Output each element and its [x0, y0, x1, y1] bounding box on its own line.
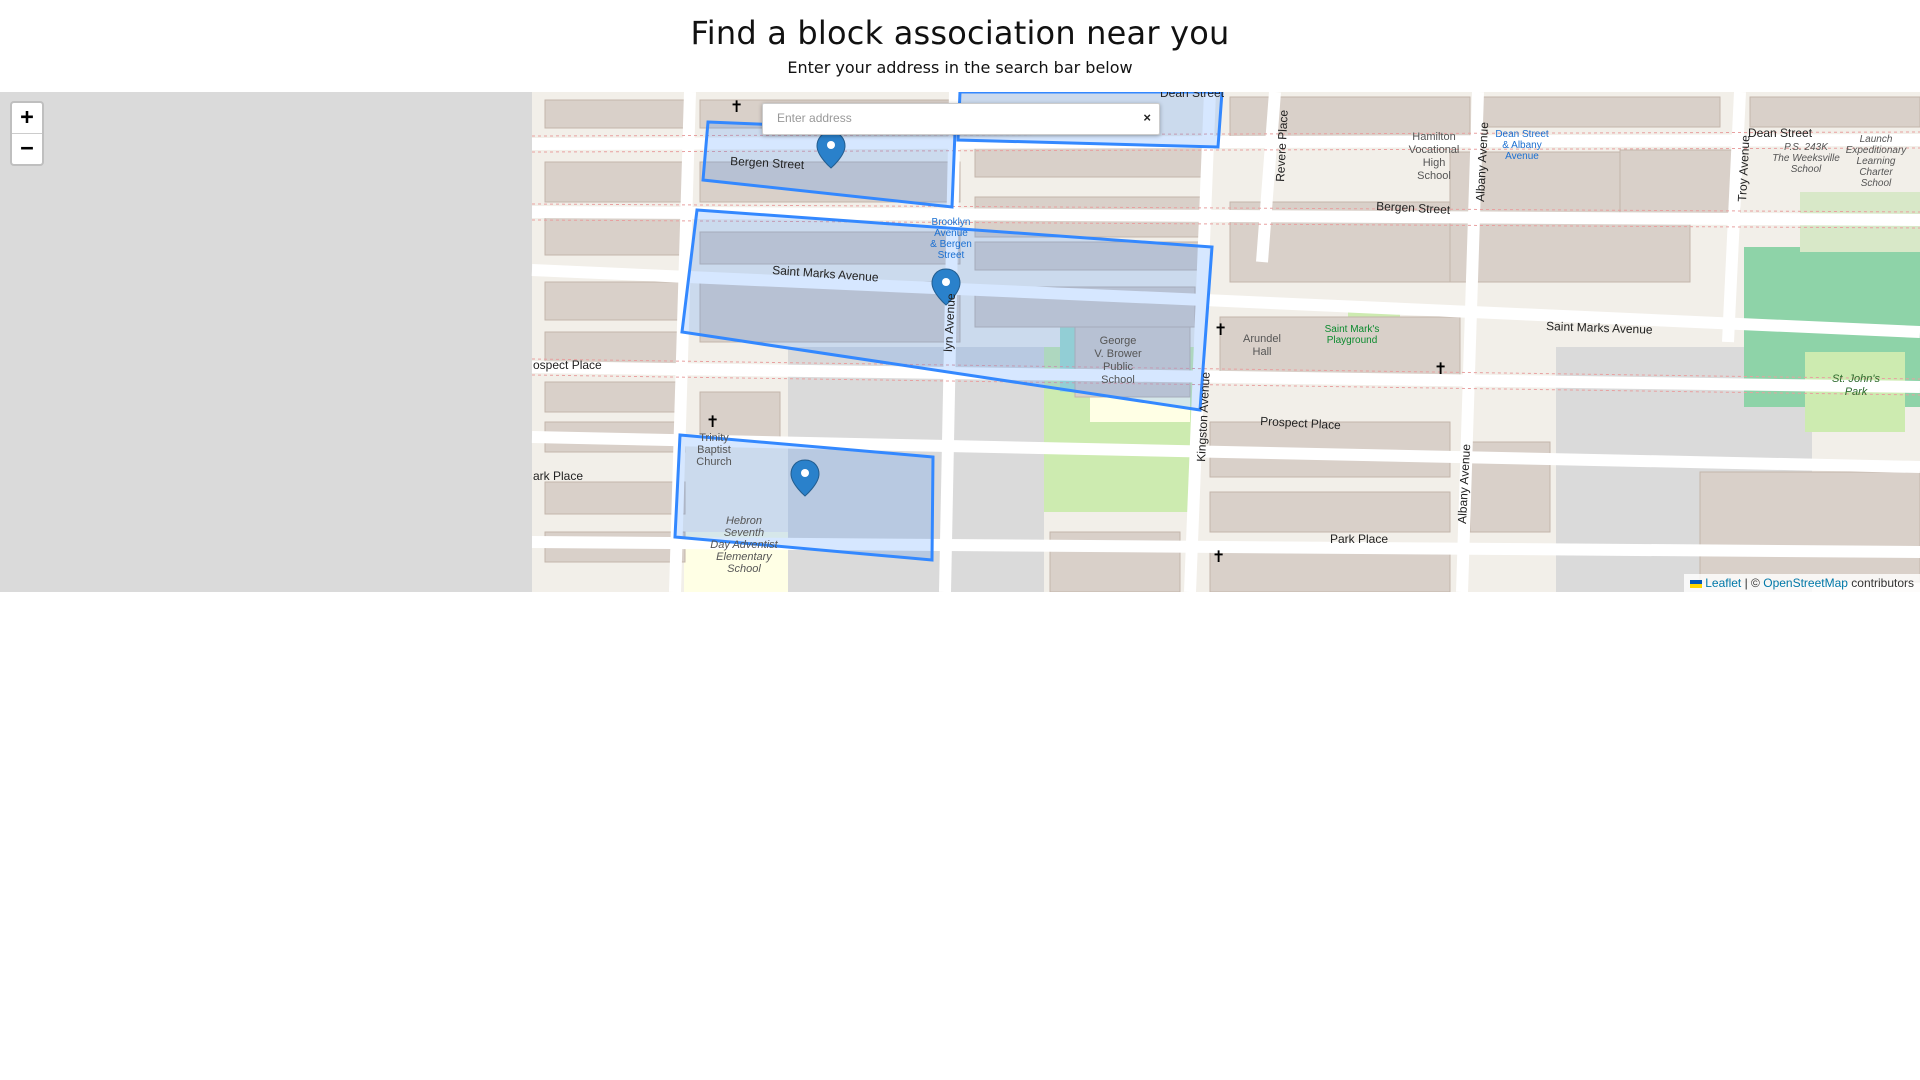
label-park-east: Park Place — [1330, 532, 1388, 546]
page-title: Find a block association near you — [690, 14, 1230, 52]
label-prospect-west: ospect Place — [533, 358, 602, 372]
church-icon: ✝ — [1212, 547, 1225, 566]
osm-link[interactable]: OpenStreetMap — [1763, 576, 1848, 590]
label-park-west: ark Place — [533, 469, 583, 483]
label-dean-street: Dean Street — [1160, 92, 1225, 100]
map-canvas[interactable]: Dean Street Bergen Street Bergen Street … — [0, 92, 1920, 592]
address-search-input[interactable] — [763, 104, 1131, 132]
map-container[interactable]: Dean Street Bergen Street Bergen Street … — [0, 92, 1920, 592]
svg-text:TrinityBaptistChurch: Trinity Baptist Church — [696, 432, 731, 468]
zoom-control: + − — [10, 101, 44, 166]
zoom-in-button[interactable]: + — [12, 103, 42, 134]
map-attribution: Leaflet | © OpenStreetMap contributors — [1684, 574, 1920, 592]
zoom-out-button[interactable]: − — [12, 134, 42, 164]
page-header: Find a block association near you Enter … — [0, 0, 1920, 92]
page-subtitle: Enter your address in the search bar bel… — [787, 58, 1133, 77]
attribution-contributors: contributors — [1851, 576, 1914, 590]
leaflet-link[interactable]: Leaflet — [1705, 576, 1741, 590]
label-dean-street-east: Dean Street — [1748, 126, 1813, 140]
church-icon: ✝ — [706, 412, 719, 431]
church-icon: ✝ — [1434, 359, 1447, 378]
church-icon: ✝ — [1214, 320, 1227, 339]
ukraine-flag-icon — [1690, 579, 1703, 588]
address-search: × — [762, 103, 1160, 135]
svg-text:Saint Mark'sPlayground: Saint Mark's Playground — [1325, 324, 1380, 346]
attribution-separator: | © — [1744, 576, 1760, 590]
clear-search-button[interactable]: × — [1143, 110, 1151, 125]
church-icon: ✝ — [730, 97, 743, 116]
